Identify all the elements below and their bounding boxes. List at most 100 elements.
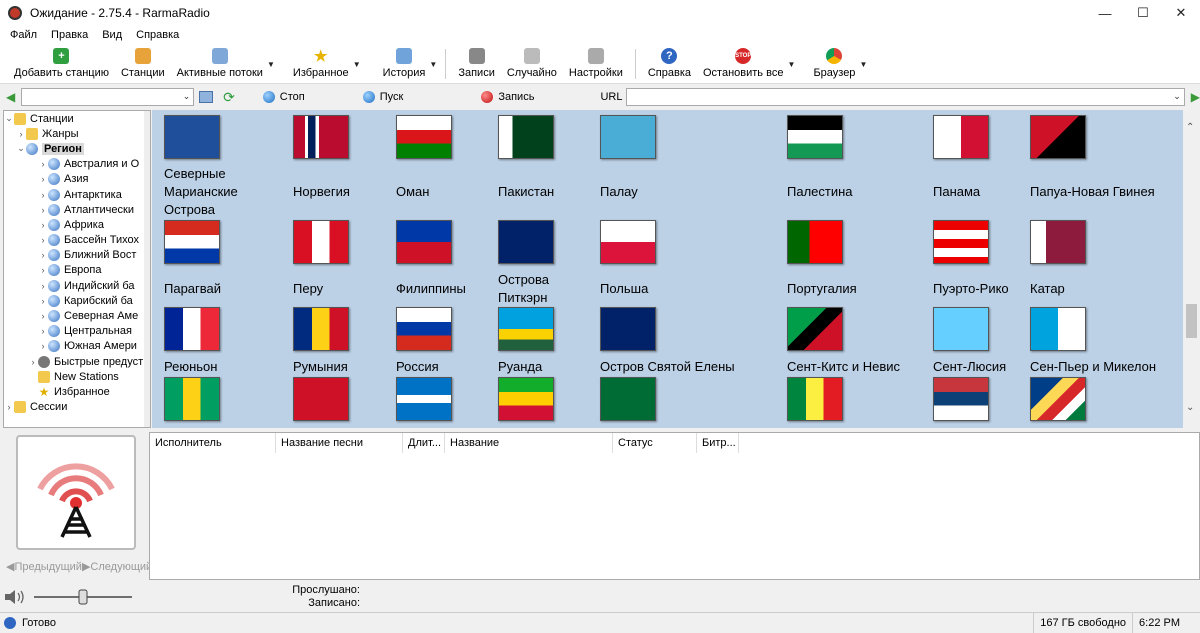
country-flag-icon[interactable] [600, 307, 656, 351]
volume-slider[interactable] [78, 589, 88, 605]
menu-file[interactable]: Файл [10, 29, 37, 41]
tree-scrollbar[interactable] [144, 111, 150, 427]
country-flag-icon[interactable] [164, 220, 220, 264]
tree-item-region[interactable]: › Европа [4, 263, 150, 278]
expand-icon[interactable]: › [38, 296, 48, 306]
tree-item-quick[interactable]: › Быстрые предуст [4, 354, 150, 369]
expand-icon[interactable]: › [38, 174, 48, 184]
expand-icon[interactable]: › [38, 220, 48, 230]
country-flag-icon[interactable] [293, 115, 349, 159]
column-status[interactable]: Статус [613, 433, 697, 453]
country-flag-icon[interactable] [293, 220, 349, 264]
country-flag-icon[interactable] [293, 377, 349, 421]
column-name[interactable]: Название [445, 433, 613, 453]
chevron-down-icon[interactable]: ▼ [267, 60, 275, 69]
country-name[interactable]: Реюньон [164, 358, 304, 376]
station-tree[interactable]: ⌄ Станции › Жанры ⌄ Регион › Австралия и О › А… [3, 110, 151, 428]
country-flag-icon[interactable] [933, 307, 989, 351]
country-flag-icon[interactable] [787, 115, 843, 159]
tree-item-region[interactable]: › Азия [4, 172, 150, 187]
expand-icon[interactable]: › [38, 235, 48, 245]
country-flag-icon[interactable] [164, 307, 220, 351]
scroll-up-icon[interactable]: ⌃ [1186, 122, 1194, 133]
country-flag-icon[interactable] [787, 220, 843, 264]
tree-item-stations[interactable]: ⌄ Станции [4, 111, 150, 126]
country-flag-icon[interactable] [498, 220, 554, 264]
country-flag-icon[interactable] [396, 115, 452, 159]
minimize-button[interactable]: — [1086, 0, 1124, 26]
menu-edit[interactable]: Правка [51, 29, 88, 41]
country-name[interactable]: Португалия [787, 280, 927, 298]
expand-icon[interactable]: › [38, 281, 48, 291]
country-name[interactable]: Польша [600, 280, 740, 298]
country-grid[interactable]: Северные Марианские Острова Норвегия Оман П… [152, 110, 1183, 428]
expand-icon[interactable]: › [38, 159, 48, 169]
tree-item-sessions[interactable]: › Сессии [4, 400, 150, 415]
history-button[interactable]: История ▼ [377, 44, 437, 84]
country-name[interactable]: Северные Марианские Острова [164, 165, 254, 219]
country-flag-icon[interactable] [1030, 220, 1086, 264]
tree-item-region[interactable]: › Австралия и О [4, 157, 150, 172]
country-flag-icon[interactable] [498, 115, 554, 159]
tree-item-region[interactable]: › Атлантически [4, 202, 150, 217]
tree-item-region[interactable]: › Южная Амери [4, 339, 150, 354]
tree-item-new-stations[interactable]: New Stations [4, 369, 150, 384]
speaker-icon[interactable] [5, 590, 15, 604]
expand-icon[interactable]: › [38, 205, 48, 215]
next-button[interactable]: ▶Следующий [82, 560, 152, 573]
tree-item-region[interactable]: ⌄ Регион [4, 141, 150, 156]
country-flag-icon[interactable] [1030, 307, 1086, 351]
tree-item-region[interactable]: › Антарктика [4, 187, 150, 202]
country-flag-icon[interactable] [164, 377, 220, 421]
stop-all-button[interactable]: STOP Остановить все ▼ [697, 44, 795, 84]
country-name[interactable]: Сен-Пьер и Микелон [1030, 358, 1170, 376]
expand-icon[interactable]: › [38, 326, 48, 336]
station-combo[interactable]: ⌄ [21, 88, 195, 106]
country-flag-icon[interactable] [164, 115, 220, 159]
country-name[interactable]: Палестина [787, 183, 927, 201]
tree-item-region[interactable]: › Северная Аме [4, 308, 150, 323]
active-streams-button[interactable]: Активные потоки ▼ [171, 44, 275, 84]
country-flag-icon[interactable] [396, 307, 452, 351]
country-flag-icon[interactable] [600, 115, 656, 159]
song-list[interactable]: Исполнитель Название песни Длит... Назва… [149, 432, 1200, 580]
go-arrow-icon[interactable]: ▶ [1191, 90, 1200, 104]
country-flag-icon[interactable] [498, 377, 554, 421]
tree-item-region[interactable]: › Ближний Вост [4, 248, 150, 263]
chevron-down-icon[interactable]: ▼ [429, 60, 437, 69]
expand-icon[interactable]: › [16, 129, 26, 139]
chevron-down-icon[interactable]: ⌄ [1173, 91, 1181, 102]
favorites-button[interactable]: ★ Избранное ▼ [287, 44, 361, 84]
random-button[interactable]: Случайно [501, 44, 563, 84]
record-button[interactable]: Запись [481, 91, 534, 103]
column-bitrate[interactable]: Битр... [697, 433, 739, 453]
chevron-down-icon[interactable]: ▼ [860, 60, 868, 69]
add-station-button[interactable]: + Добавить станцию [8, 44, 115, 84]
country-flag-icon[interactable] [1030, 377, 1086, 421]
country-name[interactable]: Катар [1030, 280, 1170, 298]
refresh-icon[interactable]: ⟳ [223, 89, 235, 106]
country-flag-icon[interactable] [396, 377, 452, 421]
grid-scrollbar[interactable]: ⌃ ⌄ [1183, 110, 1200, 428]
country-flag-icon[interactable] [600, 377, 656, 421]
records-button[interactable]: Записи [452, 44, 501, 84]
collapse-icon[interactable]: ⌄ [16, 143, 26, 154]
tree-item-region[interactable]: › Бассейн Тихох [4, 233, 150, 248]
chevron-down-icon[interactable]: ▼ [353, 60, 361, 69]
station-list-icon[interactable] [199, 91, 214, 103]
country-flag-icon[interactable] [293, 307, 349, 351]
tree-item-region[interactable]: › Карибский ба [4, 293, 150, 308]
chevron-down-icon[interactable]: ▼ [788, 60, 796, 69]
back-arrow-icon[interactable]: ◀ [6, 90, 15, 104]
country-flag-icon[interactable] [933, 115, 989, 159]
collapse-icon[interactable]: ⌄ [4, 113, 14, 124]
scroll-down-icon[interactable]: ⌄ [1186, 402, 1194, 413]
expand-icon[interactable]: › [38, 190, 48, 200]
tree-item-favorites[interactable]: ★ Избранное [4, 384, 150, 399]
previous-button[interactable]: ◀Предыдущий [6, 560, 82, 573]
expand-icon[interactable]: › [4, 402, 14, 412]
country-name[interactable]: Палау [600, 183, 740, 201]
menu-help[interactable]: Справка [136, 29, 179, 41]
country-flag-icon[interactable] [396, 220, 452, 264]
expand-icon[interactable]: › [38, 265, 48, 275]
